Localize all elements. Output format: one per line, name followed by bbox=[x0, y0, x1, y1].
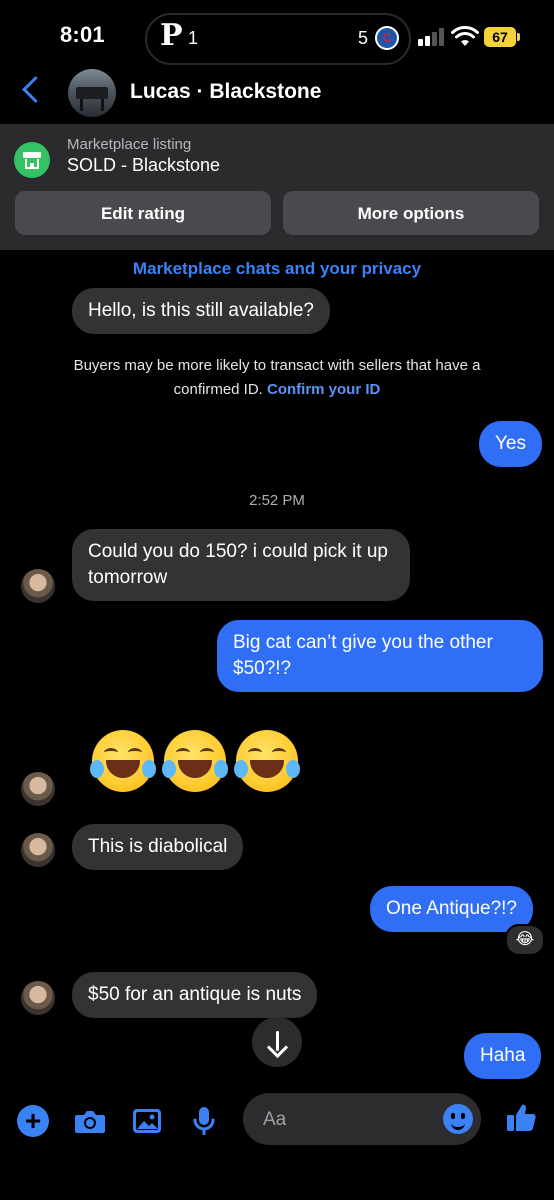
emoji-picker-icon[interactable] bbox=[443, 1104, 473, 1134]
laughing-crying-emoji-icon bbox=[162, 730, 228, 792]
plus-icon[interactable]: + bbox=[17, 1105, 49, 1137]
cellular-signal-icon bbox=[418, 28, 444, 46]
battery-icon: 67 bbox=[484, 27, 516, 47]
listing-title[interactable]: SOLD - Blackstone bbox=[67, 155, 220, 176]
laughing-crying-emoji-icon bbox=[234, 730, 300, 792]
message-bubble-outgoing[interactable]: One Antique?!? bbox=[370, 886, 533, 932]
confirm-id-link[interactable]: Confirm your ID bbox=[267, 381, 380, 398]
island-left-count: 1 bbox=[188, 28, 199, 48]
laughing-crying-emoji-icon bbox=[90, 730, 156, 792]
phillies-logo-icon: P bbox=[160, 18, 183, 53]
message-input-container[interactable] bbox=[243, 1093, 481, 1147]
contact-name[interactable]: Lucas · Blackstone bbox=[130, 80, 321, 104]
contact-avatar[interactable] bbox=[68, 69, 116, 117]
reaction-badge[interactable]: 😂 bbox=[505, 924, 545, 956]
message-bubble-incoming[interactable]: Hello, is this still available? bbox=[72, 288, 330, 334]
more-options-button[interactable]: More options bbox=[283, 191, 539, 235]
message-bubble-incoming[interactable]: This is diabolical bbox=[72, 824, 244, 870]
thumbs-up-icon[interactable] bbox=[504, 1101, 538, 1135]
confirm-id-notice: Buyers may be more likely to transact wi… bbox=[40, 354, 514, 402]
message-bubble-outgoing[interactable]: Big cat can’t give you the other $50?!? bbox=[217, 620, 543, 692]
message-bubble-incoming[interactable]: Could you do 150? i could pick it up tom… bbox=[72, 529, 410, 601]
sender-avatar[interactable] bbox=[21, 833, 55, 867]
marketplace-label: Marketplace listing bbox=[67, 136, 192, 153]
battery-tip bbox=[517, 33, 520, 41]
back-chevron-icon[interactable] bbox=[22, 76, 49, 103]
scroll-to-bottom-button[interactable] bbox=[252, 1017, 302, 1067]
message-input[interactable] bbox=[261, 1093, 435, 1147]
dynamic-island[interactable] bbox=[145, 13, 411, 65]
microphone-icon[interactable] bbox=[187, 1104, 221, 1138]
status-time: 8:01 bbox=[60, 22, 105, 47]
privacy-link[interactable]: Marketplace chats and your privacy bbox=[0, 259, 554, 279]
cubs-logo-icon: C bbox=[375, 26, 399, 50]
chat-timestamp: 2:52 PM bbox=[249, 492, 305, 509]
message-bubble-incoming[interactable]: $50 for an antique is nuts bbox=[72, 972, 318, 1018]
edit-rating-button[interactable]: Edit rating bbox=[15, 191, 271, 235]
marketplace-store-icon bbox=[14, 142, 50, 178]
emoji-message[interactable] bbox=[90, 730, 306, 796]
message-bubble-outgoing[interactable]: Yes bbox=[479, 421, 542, 467]
message-bubble-outgoing[interactable]: Haha bbox=[464, 1033, 542, 1079]
camera-icon[interactable] bbox=[73, 1104, 107, 1138]
gallery-icon[interactable] bbox=[130, 1104, 164, 1138]
wifi-icon bbox=[451, 26, 479, 46]
sender-avatar[interactable] bbox=[21, 772, 55, 806]
sender-avatar[interactable] bbox=[21, 569, 55, 603]
island-right-count: 5 bbox=[358, 28, 369, 48]
sender-avatar[interactable] bbox=[21, 981, 55, 1015]
